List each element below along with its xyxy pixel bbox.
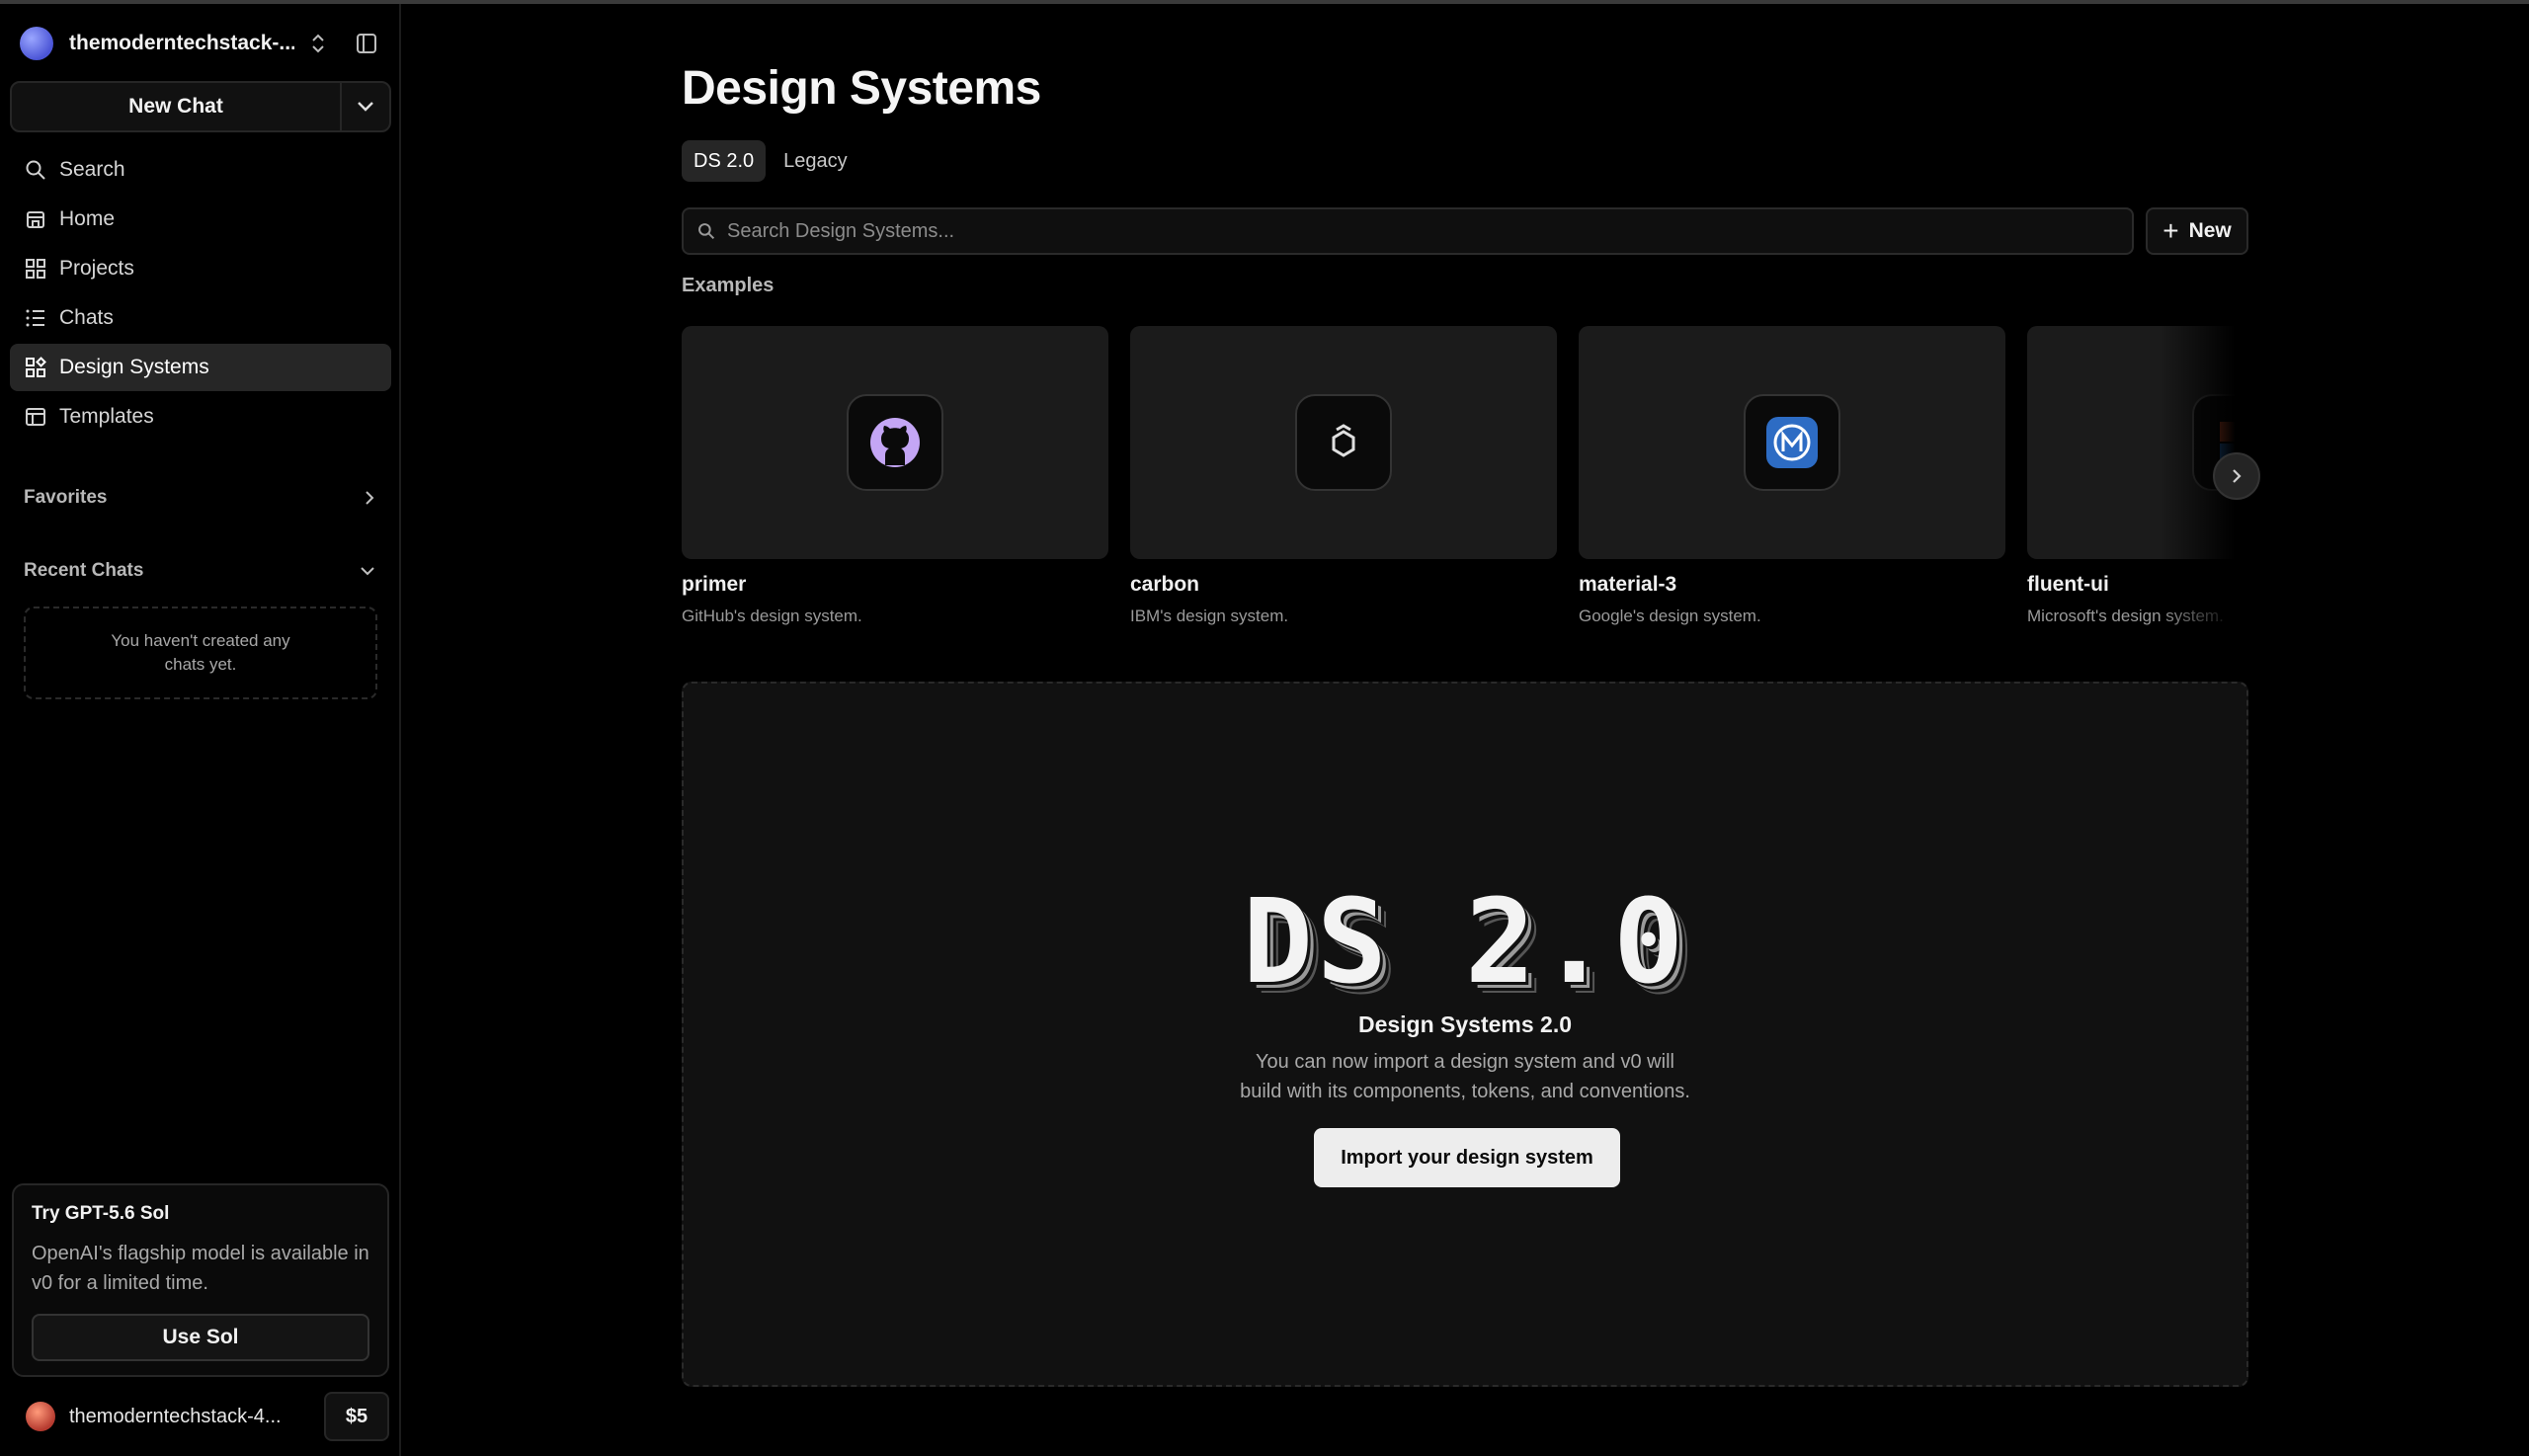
card-description: IBM's design system.: [1130, 607, 1289, 625]
recent-chats-label: Recent Chats: [24, 560, 144, 581]
new-button-label: New: [2188, 219, 2232, 242]
sidebar-item-label: Home: [59, 207, 116, 230]
new-design-system-button[interactable]: + New: [2146, 207, 2248, 255]
search-icon: [698, 223, 715, 240]
chevron-right-icon: [366, 491, 374, 505]
sidebar-item-design-systems[interactable]: Design Systems: [10, 344, 391, 391]
card-thumbnail: [1130, 326, 1557, 559]
card-name: material-3: [1579, 573, 1677, 596]
promo-card: Try GPT-5.6 Sol OpenAI's flagship model …: [12, 1183, 389, 1377]
sidebar-item-search[interactable]: Search: [10, 146, 391, 194]
carbon-hexagon-icon: [1295, 394, 1392, 491]
recent-chats-section-header[interactable]: Recent Chats: [24, 551, 375, 591]
account-name: themoderntechstack-4...: [69, 1405, 282, 1427]
tab-bar: DS 2.0 Legacy: [682, 140, 865, 182]
sidebar-item-label: Templates: [59, 405, 154, 428]
team-avatar: [20, 27, 53, 60]
grid-icon: [24, 257, 47, 281]
favorites-section-header[interactable]: Favorites: [24, 478, 375, 518]
search-icon: [24, 158, 47, 182]
credits-button[interactable]: $5: [324, 1392, 389, 1441]
sidebar-nav: Search Home Projects Chats Design System…: [10, 146, 391, 443]
sidebar-item-home[interactable]: Home: [10, 196, 391, 243]
page-title: Design Systems: [682, 62, 1041, 115]
sidebar-item-label: Design Systems: [59, 356, 209, 378]
chevron-updown-icon: [308, 29, 328, 58]
use-sol-button[interactable]: Use Sol: [32, 1314, 369, 1361]
recent-chats-empty-state: You haven't created any chats yet.: [24, 607, 377, 699]
new-chat-button[interactable]: New Chat: [12, 83, 340, 130]
sidebar-item-label: Chats: [59, 306, 114, 329]
chevron-down-icon: [358, 102, 373, 112]
home-icon: [24, 207, 47, 231]
card-description: GitHub's design system.: [682, 607, 862, 625]
favorites-label: Favorites: [24, 487, 108, 508]
sidebar-item-label: Projects: [59, 257, 134, 280]
ds2-logo-text: DS 2.0: [1242, 873, 1688, 1010]
template-icon: [24, 405, 47, 429]
sidebar-toggle-icon[interactable]: [354, 31, 379, 56]
search-input[interactable]: [727, 219, 2090, 243]
tab-ds-2[interactable]: DS 2.0: [682, 140, 767, 182]
card-name: carbon: [1130, 573, 1200, 596]
sidebar-item-templates[interactable]: Templates: [10, 393, 391, 441]
sidebar: themoderntechstack-... New Chat Search H…: [0, 4, 401, 1456]
tab-legacy[interactable]: Legacy: [772, 140, 859, 182]
sidebar-item-chats[interactable]: Chats: [10, 294, 391, 342]
promo-title: Try GPT-5.6 Sol: [32, 1203, 170, 1224]
design-systems-icon: [24, 356, 47, 379]
sidebar-item-projects[interactable]: Projects: [10, 245, 391, 292]
examples-heading: Examples: [682, 275, 775, 296]
team-switcher[interactable]: themoderntechstack-...: [20, 22, 385, 65]
ds2-pixel-logo: DS 2.0: [684, 873, 2246, 1010]
examples-carousel: primer GitHub's design system. carbon IB…: [682, 326, 2248, 642]
carousel-next-button[interactable]: [2213, 452, 2260, 500]
plus-icon: +: [2162, 215, 2179, 246]
card-name: primer: [682, 573, 747, 596]
chevron-right-icon: [2233, 469, 2242, 483]
card-thumbnail: [1579, 326, 2005, 559]
example-card-primer[interactable]: primer GitHub's design system.: [682, 326, 1108, 626]
search-bar: [682, 207, 2134, 255]
hero-title: Design Systems 2.0: [1357, 1011, 1573, 1037]
github-icon: [847, 394, 943, 491]
chevron-down-icon: [361, 567, 374, 576]
avatar: [26, 1402, 55, 1431]
example-card-material-3[interactable]: material-3 Google's design system.: [1579, 326, 2005, 626]
account-row[interactable]: themoderntechstack-4... $5: [12, 1391, 389, 1442]
card-description: Google's design system.: [1579, 607, 1761, 625]
example-card-carbon[interactable]: carbon IBM's design system.: [1130, 326, 1557, 626]
promo-text: OpenAI's flagship model is available in …: [32, 1243, 369, 1294]
card-thumbnail: [682, 326, 1108, 559]
ds2-hero-panel: DS 2.0 Design Systems 2.0 You can now im…: [682, 682, 2248, 1387]
material-icon: [1744, 394, 1840, 491]
hero-description: You can now import a design system and v…: [684, 1047, 2246, 1106]
new-chat-button-group: New Chat: [10, 81, 391, 132]
list-icon: [24, 306, 47, 330]
import-design-system-button[interactable]: Import your design system: [1314, 1128, 1620, 1187]
hero-description-line-2: build with its components, tokens, and c…: [1240, 1081, 1690, 1102]
team-name: themoderntechstack-...: [69, 32, 294, 54]
sidebar-item-label: Search: [59, 158, 125, 181]
hero-description-line-1: You can now import a design system and v…: [1256, 1051, 1674, 1073]
new-chat-dropdown-button[interactable]: [340, 83, 389, 130]
